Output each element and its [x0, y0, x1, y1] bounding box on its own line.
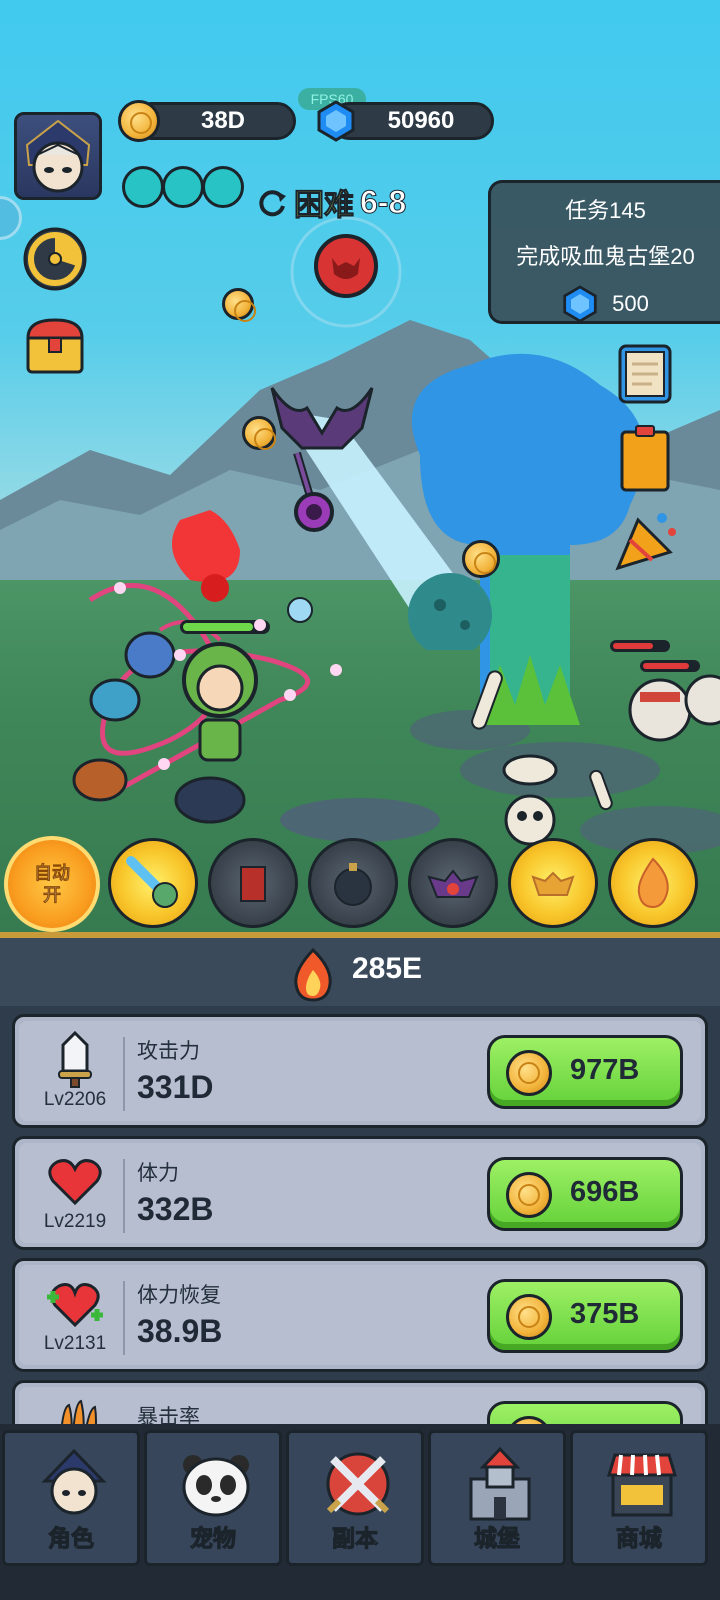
demon-skill-icon — [531, 871, 575, 896]
divider — [123, 1037, 125, 1111]
battle-scene: 38D FPS60 50960 困难 6-8 任务145 完成吸血鬼古堡20 5… — [0, 0, 720, 950]
claw-icon — [61, 1399, 97, 1424]
gold-coin-icon — [118, 100, 160, 142]
stage-difficulty: 困难 — [294, 189, 355, 223]
skill-demon-button[interactable] — [508, 838, 598, 928]
upgrade-value: 331D — [137, 1069, 214, 1105]
hero-portrait-icon — [25, 119, 91, 193]
nav-tab-dungeon[interactable]: 副本 — [286, 1430, 424, 1566]
heart-icon — [48, 1159, 102, 1206]
divider — [123, 1281, 125, 1355]
nav-label: 角色 — [48, 1525, 95, 1552]
heart-regen-icon — [47, 1283, 103, 1328]
nav-tab-pets[interactable]: 宠物 — [144, 1430, 282, 1566]
quest-title: 任务145 — [565, 198, 646, 223]
gem-value: 50960 — [387, 107, 455, 134]
skill-locked-button[interactable] — [208, 838, 298, 928]
nav-tab-castle[interactable]: 城堡 — [428, 1430, 566, 1566]
upgrade-level: Lv2206 — [43, 1089, 107, 1110]
quest-description: 完成吸血鬼古堡20 — [516, 244, 695, 269]
skeleton-enemies — [471, 640, 720, 846]
combat-power-value: 285E — [352, 952, 423, 985]
gem-icon — [317, 100, 355, 142]
upgrade-level: Lv2131 — [43, 1333, 107, 1354]
nav-label: 副本 — [332, 1525, 379, 1552]
skill-locked-button[interactable] — [308, 838, 398, 928]
upgrade-buy-button[interactable] — [487, 1401, 683, 1424]
party-popper-icon[interactable] — [612, 508, 680, 574]
gold-coin-icon — [506, 1416, 552, 1424]
upgrade-name: 暴击率 — [137, 1406, 200, 1424]
upgrade-value: 38.9B — [137, 1313, 223, 1349]
nav-label: 商城 — [616, 1525, 663, 1552]
upgrade-value: 332B — [137, 1191, 214, 1227]
upgrade-row-attack: Lv2206 攻击力 331D 977B — [12, 1014, 708, 1128]
gold-value: 38D — [200, 107, 246, 134]
player-avatar[interactable] — [14, 112, 102, 200]
notice-board-icon[interactable] — [616, 340, 674, 406]
nav-tab-character[interactable]: 角色 — [2, 1430, 140, 1566]
bottom-navigation: 角色 宠物 副本 城堡 商城 — [0, 1424, 720, 1600]
auto-label: 自动 — [34, 863, 71, 884]
refresh-icon[interactable] — [256, 186, 288, 218]
upgrade-price: 977B — [570, 1054, 640, 1086]
upgrade-buy-button[interactable]: 977B — [487, 1035, 683, 1109]
floating-coin-icon — [242, 416, 276, 450]
boss-target-marker — [290, 216, 402, 328]
quest-reward-amount: 500 — [612, 291, 649, 316]
nav-label: 城堡 — [474, 1525, 521, 1552]
hero-icon — [41, 1448, 107, 1515]
side-tab-handle[interactable] — [0, 196, 22, 240]
quest-reward: 500 — [491, 285, 720, 323]
skill-locked-button[interactable] — [408, 838, 498, 928]
upgrade-row-stamina: Lv2219 体力 332B 696B — [12, 1136, 708, 1250]
shop-icon — [606, 1453, 678, 1517]
fire-skill-icon — [637, 857, 669, 909]
upgrade-name: 攻击力 — [137, 1040, 200, 1063]
gem-icon — [563, 285, 597, 323]
floating-coin-icon — [222, 288, 256, 322]
upgrade-price: 375B — [570, 1298, 640, 1330]
gold-coin-icon — [506, 1294, 552, 1340]
upgrade-price: 696B — [570, 1176, 640, 1208]
floating-coin-icon — [462, 540, 500, 578]
upgrade-row-regen: Lv2131 体力恢复 38.9B 375B — [12, 1258, 708, 1372]
skill-comet-button[interactable] — [108, 838, 198, 928]
flame-power-icon — [294, 948, 332, 1002]
stage-indicator: 困难 6-8 — [256, 180, 407, 224]
upgrade-name: 体力恢复 — [137, 1284, 221, 1307]
comet-skill-icon — [126, 856, 178, 908]
upgrade-list[interactable]: Lv2206 攻击力 331D 977B Lv2219 体力 332B 696B… — [0, 1006, 720, 1424]
bat-skill-icon — [427, 869, 479, 898]
quest-panel[interactable]: 任务145 完成吸血鬼古堡20 500 — [488, 180, 720, 324]
folder-icon[interactable] — [616, 424, 674, 494]
upgrade-buy-button[interactable]: 696B — [487, 1157, 683, 1231]
treasure-chest-icon[interactable] — [22, 316, 88, 378]
auto-skill-toggle[interactable]: 自动 开 — [4, 836, 100, 932]
auto-state: 开 — [43, 885, 62, 906]
sword-icon — [58, 1031, 92, 1088]
fire-tower-skill-icon — [240, 866, 266, 902]
buff-speed-icon[interactable] — [202, 166, 244, 208]
crossed-swords-icon — [326, 1452, 390, 1516]
panda-icon — [182, 1455, 250, 1517]
lucky-wheel-icon[interactable] — [22, 226, 88, 292]
bomb-skill-icon — [334, 863, 372, 906]
upgrade-level: Lv2219 — [43, 1211, 107, 1232]
upgrade-row-crit: 暴击率 — [12, 1380, 708, 1424]
combat-power-bar: 285E — [0, 932, 720, 1006]
nav-label: 宠物 — [190, 1525, 237, 1552]
skill-fire-button[interactable] — [608, 838, 698, 928]
buff-attack-icon[interactable] — [162, 166, 204, 208]
buff-gold-icon[interactable] — [122, 166, 164, 208]
gold-coin-icon — [506, 1172, 552, 1218]
nav-tab-shop[interactable]: 商城 — [570, 1430, 708, 1566]
divider — [123, 1159, 125, 1233]
upgrade-name: 体力 — [137, 1162, 179, 1185]
gold-coin-icon — [506, 1050, 552, 1096]
stage-number: 6-8 — [359, 183, 407, 220]
hero-party — [72, 510, 342, 824]
upgrade-buy-button[interactable]: 375B — [487, 1279, 683, 1353]
castle-icon — [469, 1446, 531, 1521]
